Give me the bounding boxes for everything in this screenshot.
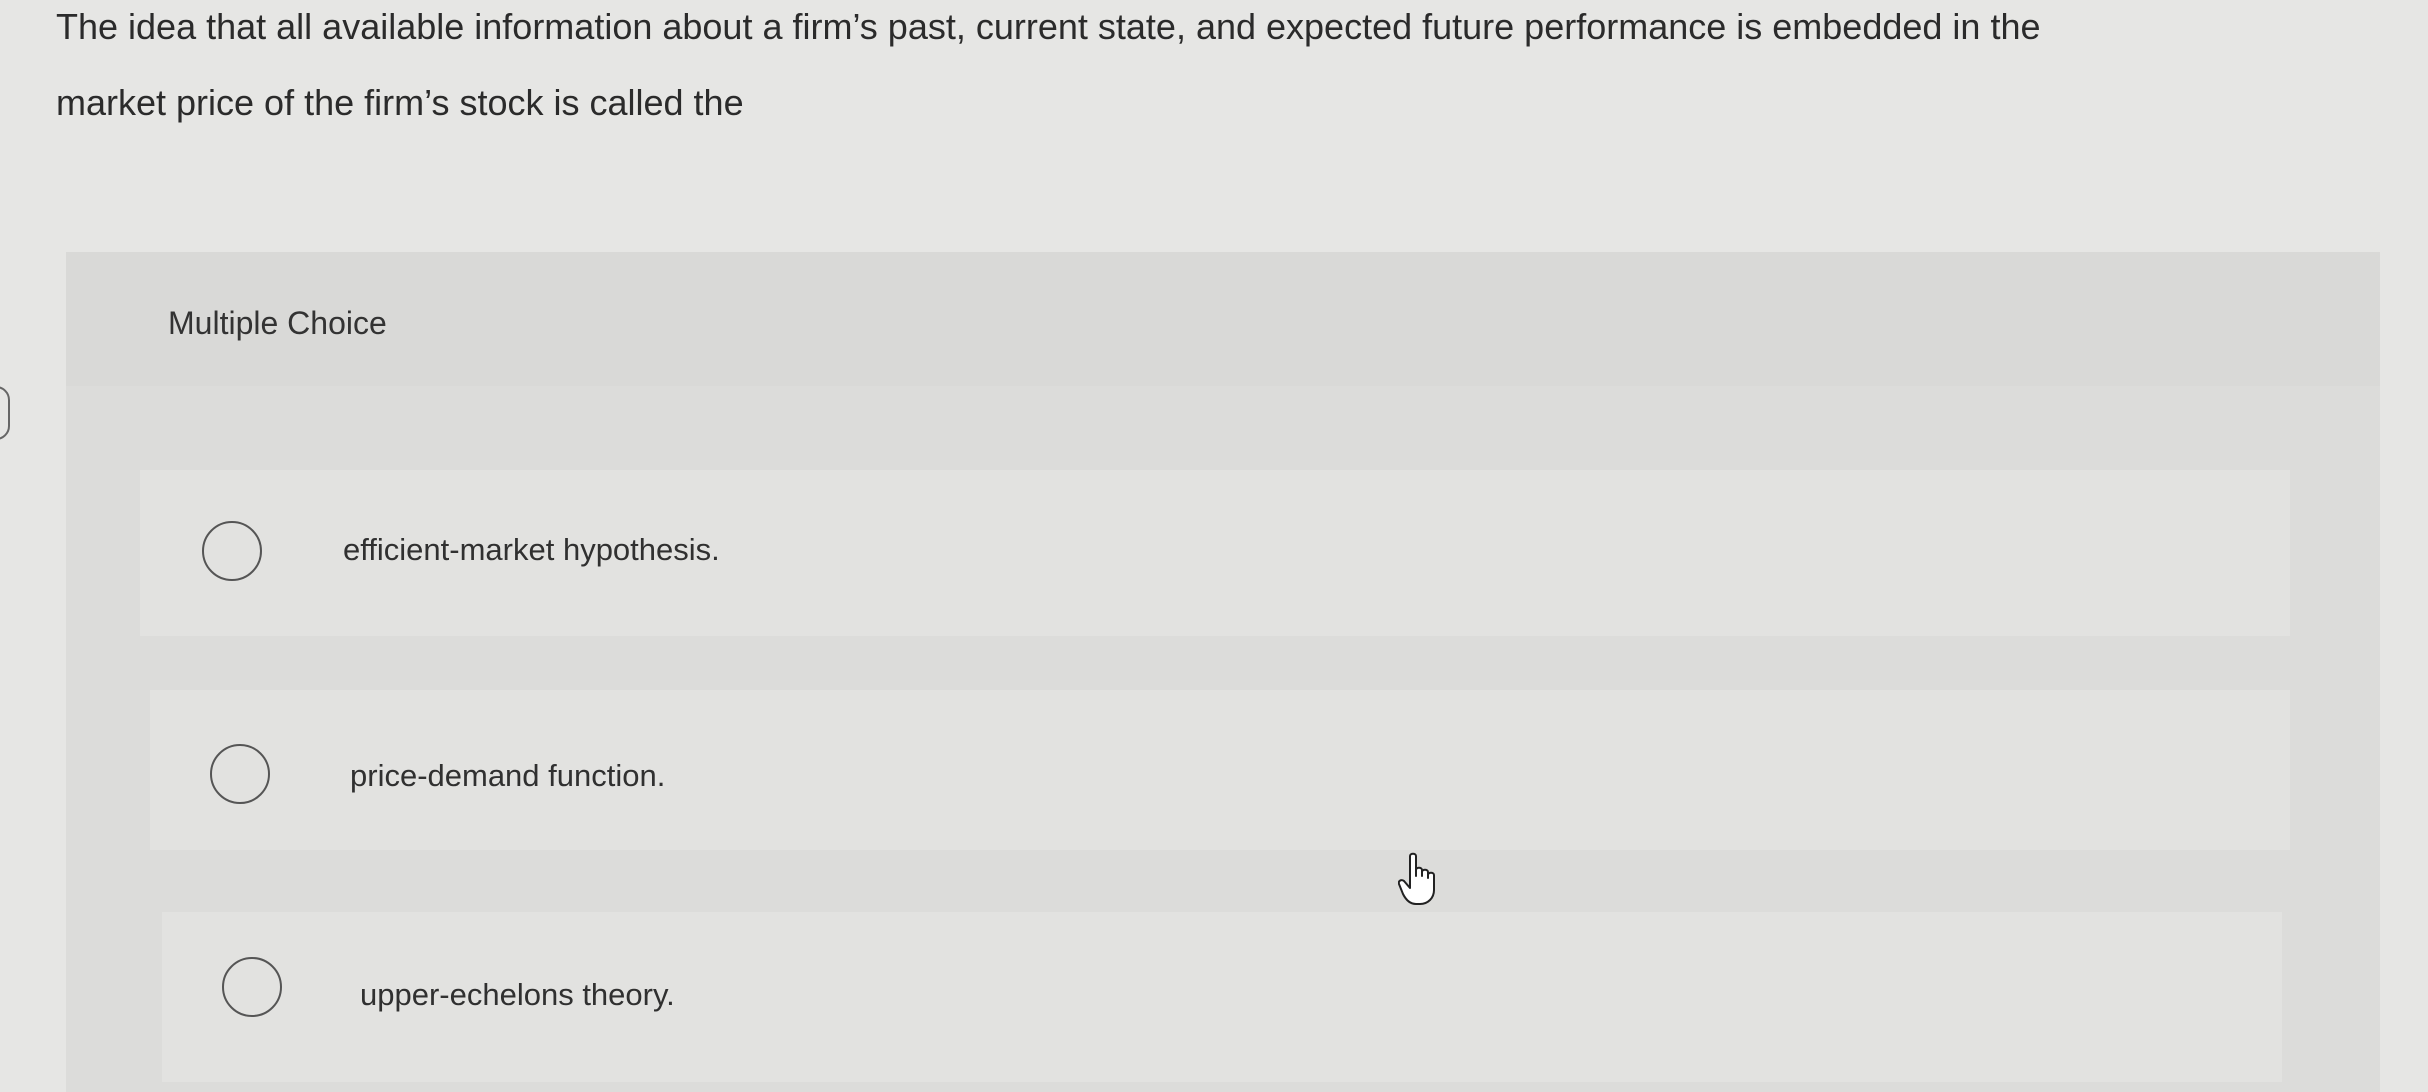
hand-pointer-icon — [1398, 852, 1435, 905]
radio-button-icon[interactable] — [202, 521, 262, 581]
choice-label: upper-echelons theory. — [360, 977, 675, 1012]
radio-button-icon[interactable] — [222, 957, 282, 1017]
choice-label: efficient-market hypothesis. — [343, 532, 720, 567]
choice-option-3[interactable]: upper-echelons theory. — [162, 912, 2282, 1082]
choice-label: price-demand function. — [350, 758, 666, 793]
question-text: The idea that all available information … — [56, 0, 2356, 130]
choice-option-2[interactable]: price-demand function. — [150, 690, 2290, 850]
side-tab-handle[interactable] — [0, 386, 10, 440]
choice-option-1[interactable]: efficient-market hypothesis. — [140, 470, 2290, 636]
radio-button-icon[interactable] — [210, 744, 270, 804]
question-line-2: market price of the firm’s stock is call… — [56, 82, 744, 123]
panel-header: Multiple Choice — [66, 252, 2380, 386]
question-line-1: The idea that all available information … — [56, 6, 2041, 47]
panel-title: Multiple Choice — [168, 305, 387, 341]
